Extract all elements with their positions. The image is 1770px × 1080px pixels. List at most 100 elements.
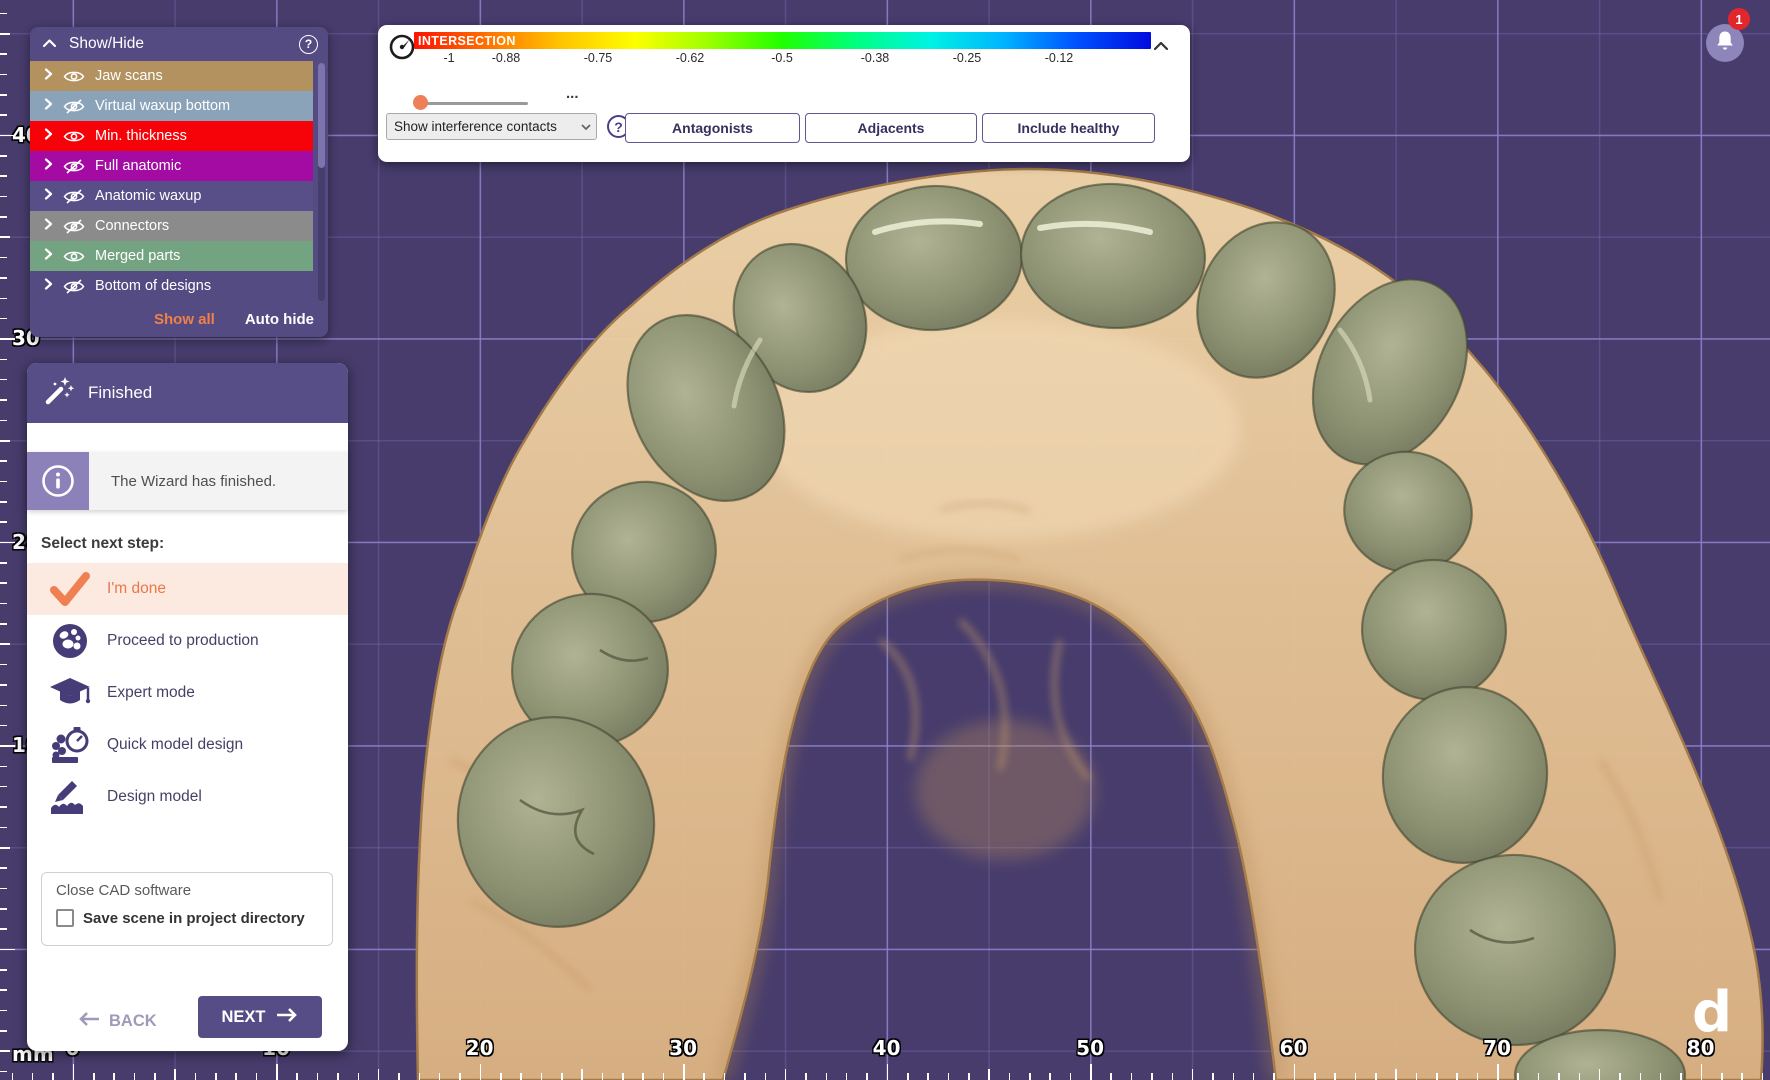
notification-count-badge: 1 (1728, 8, 1750, 30)
expand-chevron-icon[interactable] (44, 127, 53, 145)
layer-label: Bottom of designs (95, 278, 211, 294)
info-icon (27, 452, 89, 510)
colorbar-title: INTERSECTION (418, 34, 516, 48)
back-label: BACK (109, 1012, 157, 1031)
production-icon (47, 621, 93, 661)
colorbar-tick-label: -0.62 (676, 51, 705, 65)
eye-visible-icon[interactable] (63, 69, 89, 84)
next-step-option-design-model[interactable]: Design model (27, 771, 348, 823)
layer-label: Min. thickness (95, 128, 187, 144)
next-step-options: I'm done Proceed to production Expert mode… (27, 563, 348, 823)
next-button[interactable]: NEXT (198, 996, 322, 1038)
check-icon (47, 572, 93, 606)
expand-chevron-icon[interactable] (44, 97, 53, 115)
colorbar-tick-label: -0.88 (492, 51, 521, 65)
arrow-right-icon (275, 1007, 299, 1028)
colorbar-tick-label: -0.12 (1045, 51, 1074, 65)
bell-icon (1715, 30, 1735, 57)
show-all-button[interactable]: Show all (154, 311, 215, 328)
layer-label: Virtual waxup bottom (95, 98, 230, 114)
adjacents-button[interactable]: Adjacents (805, 113, 977, 143)
save-scene-checkbox-row[interactable]: Save scene in project directory (56, 909, 305, 927)
dropdown-value: Show interference contacts (394, 119, 580, 134)
include-healthy-button[interactable]: Include healthy (982, 113, 1155, 143)
option-label: Proceed to production (107, 632, 259, 650)
option-label: I'm done (107, 580, 166, 598)
layer-list: Jaw scans Virtual waxup bottom Min. thickn… (30, 61, 328, 301)
colorbar-tick-label: -1 (443, 51, 454, 65)
next-step-option-proceed-to-production[interactable]: Proceed to production (27, 615, 348, 667)
eye-hidden-icon[interactable] (63, 279, 89, 294)
arrow-left-icon (77, 1011, 101, 1032)
eye-hidden-icon[interactable] (63, 189, 89, 204)
expand-chevron-icon[interactable] (44, 247, 53, 265)
next-label: NEXT (221, 1008, 265, 1027)
contacts-gauge-icon[interactable] (388, 33, 416, 66)
save-scene-checkbox[interactable] (56, 909, 74, 927)
eye-hidden-icon[interactable] (63, 99, 89, 114)
save-scene-label: Save scene in project directory (83, 910, 305, 927)
colorbar-tick-label: -0.75 (584, 51, 613, 65)
eye-visible-icon[interactable] (63, 249, 89, 264)
layer-row-connectors[interactable]: Connectors (30, 211, 313, 241)
chevron-down-icon (580, 118, 592, 136)
panel-collapse-chevron-icon[interactable] (1152, 39, 1172, 55)
layer-row-merged-parts[interactable]: Merged parts (30, 241, 313, 271)
expand-chevron-icon[interactable] (44, 277, 53, 295)
wizard-panel: Finished The Wizard has finished. Select… (27, 363, 348, 1051)
app-canvas: mm 01020304050607080 40302010 Show/Hide … (0, 0, 1770, 1080)
pencil-model-icon (47, 778, 93, 816)
option-label: Design model (107, 788, 202, 806)
layer-label: Merged parts (95, 248, 180, 264)
expand-chevron-icon[interactable] (44, 67, 53, 85)
next-step-option-expert-mode[interactable]: Expert mode (27, 667, 348, 719)
scrollbar-thumb[interactable] (318, 63, 325, 168)
antagonists-button[interactable]: Antagonists (625, 113, 800, 143)
close-cad-title: Close CAD software (56, 882, 191, 899)
layer-row-full-anatomic[interactable]: Full anatomic (30, 151, 313, 181)
graduation-cap-icon (47, 675, 93, 711)
eye-hidden-icon[interactable] (63, 219, 89, 234)
expand-chevron-icon[interactable] (44, 217, 53, 235)
layer-row-anatomic-waxup[interactable]: Anatomic waxup (30, 181, 313, 211)
colorbar-tick-label: -0.5 (771, 51, 793, 65)
expand-chevron-icon[interactable] (44, 187, 53, 205)
show-hide-title: Show/Hide (69, 35, 299, 53)
contacts-mode-dropdown[interactable]: Show interference contacts (386, 113, 597, 140)
wizard-info-row: The Wizard has finished. (27, 452, 348, 510)
layer-row-min-thickness[interactable]: Min. thickness (30, 121, 313, 151)
threshold-slider-knob[interactable] (413, 95, 428, 110)
layer-label: Full anatomic (95, 158, 181, 174)
layer-row-jaw-scans[interactable]: Jaw scans (30, 61, 313, 91)
eye-hidden-icon[interactable] (63, 159, 89, 174)
option-label: Quick model design (107, 736, 243, 754)
wizard-header: Finished (27, 363, 348, 423)
stopwatch-model-icon (47, 725, 93, 765)
more-options[interactable]: ... (566, 85, 579, 102)
next-step-option-quick-model-design[interactable]: Quick model design (27, 719, 348, 771)
colorbar-tick-label: -0.25 (953, 51, 982, 65)
layer-label: Jaw scans (95, 68, 163, 84)
show-hide-header: Show/Hide ? (30, 27, 328, 61)
collapse-chevron-icon[interactable] (42, 35, 57, 53)
next-step-option-i-m-done[interactable]: I'm done (27, 563, 348, 615)
expand-chevron-icon[interactable] (44, 157, 53, 175)
intersection-panel: INTERSECTION -1 -0.88 -0.75 -0.62 -0.5 -0.38 -… (378, 25, 1190, 162)
auto-hide-button[interactable]: Auto hide (245, 311, 314, 328)
close-cad-group: Close CAD software Save scene in project… (41, 872, 333, 946)
eye-visible-icon[interactable] (63, 129, 89, 144)
back-button[interactable]: BACK (77, 1011, 157, 1032)
wizard-message: The Wizard has finished. (89, 452, 348, 510)
wizard-title: Finished (88, 383, 152, 403)
help-icon[interactable]: ? (299, 35, 318, 54)
select-next-step-label: Select next step: (41, 535, 164, 553)
magic-wand-icon (43, 375, 75, 412)
brand-logo: d (1692, 980, 1732, 1045)
show-hide-panel: Show/Hide ? Jaw scans Virtual waxup botto… (30, 27, 328, 337)
scrollbar[interactable] (318, 63, 325, 301)
threshold-slider-track[interactable] (421, 102, 528, 105)
layer-row-bottom-of-designs[interactable]: Bottom of designs (30, 271, 313, 301)
layer-row-virtual-waxup-bottom[interactable]: Virtual waxup bottom (30, 91, 313, 121)
colorbar-tick-label: -0.38 (861, 51, 890, 65)
intersection-colorbar (414, 32, 1151, 49)
